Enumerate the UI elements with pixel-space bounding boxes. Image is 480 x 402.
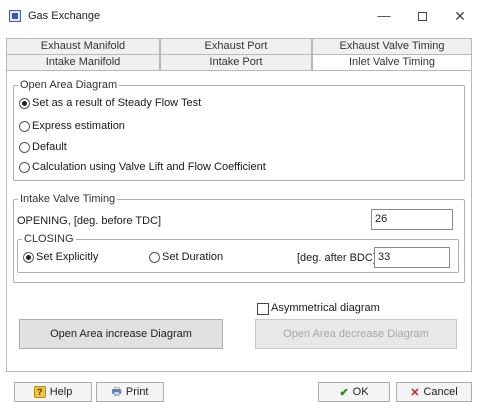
ok-label: OK bbox=[352, 386, 369, 398]
radio-label: Set as a result of Steady Flow Test bbox=[32, 97, 202, 109]
closing-legend: CLOSING bbox=[24, 233, 74, 245]
help-button[interactable]: ? Help bbox=[14, 382, 92, 402]
tab-intake-port[interactable]: Intake Port bbox=[160, 54, 312, 70]
question-mark-icon: ? bbox=[33, 386, 46, 398]
printer-icon: 🖶 bbox=[111, 385, 122, 398]
open-area-decrease-button[interactable]: Open Area decrease Diagram bbox=[255, 319, 457, 349]
app-icon bbox=[9, 10, 21, 22]
radio-label: Calculation using Valve Lift and Flow Co… bbox=[32, 161, 266, 173]
radio-set-explicitly[interactable]: Set Explicitly bbox=[23, 251, 98, 263]
tab-exhaust-port[interactable]: Exhaust Port bbox=[160, 38, 312, 54]
tab-intake-manifold[interactable]: Intake Manifold bbox=[6, 54, 160, 70]
radio-label: Express estimation bbox=[32, 120, 125, 132]
tab-inlet-valve-timing[interactable]: Inlet Valve Timing bbox=[312, 54, 472, 71]
radio-button[interactable] bbox=[19, 97, 30, 109]
radio-express-estimation[interactable]: Express estimation bbox=[19, 120, 125, 132]
maximize-icon bbox=[417, 12, 427, 22]
x-icon: ✕ bbox=[410, 386, 420, 399]
opening-label: OPENING, [deg. before TDC] bbox=[17, 215, 162, 227]
radio-button[interactable] bbox=[23, 251, 34, 263]
close-button[interactable]: ✕ bbox=[446, 6, 474, 26]
tab-panel: Open Area Diagram Set as a result of Ste… bbox=[6, 70, 472, 372]
minimize-button[interactable]: — bbox=[370, 6, 398, 26]
radio-default[interactable]: Default bbox=[19, 141, 67, 153]
tab-exhaust-valve-timing[interactable]: Exhaust Valve Timing bbox=[312, 38, 472, 54]
radio-button[interactable] bbox=[19, 161, 30, 173]
radio-set-duration[interactable]: Set Duration bbox=[149, 251, 223, 263]
tab-row-1: Exhaust Manifold Exhaust Port Exhaust Va… bbox=[6, 38, 472, 54]
asymmetrical-label: Asymmetrical diagram bbox=[271, 302, 380, 314]
ok-button[interactable]: ✔ OK bbox=[318, 382, 390, 402]
opening-input[interactable]: 26 bbox=[371, 209, 453, 230]
window-title: Gas Exchange bbox=[28, 10, 101, 22]
radio-label: Set Explicitly bbox=[36, 251, 99, 263]
cancel-button[interactable]: ✕ Cancel bbox=[396, 382, 472, 402]
radio-button[interactable] bbox=[149, 251, 160, 263]
title-bar: Gas Exchange — ✕ bbox=[0, 0, 480, 32]
open-area-legend: Open Area Diagram bbox=[20, 79, 118, 91]
print-label: Print bbox=[125, 386, 149, 398]
asymmetrical-checkbox[interactable] bbox=[257, 303, 269, 315]
radio-label: Set Duration bbox=[162, 251, 224, 263]
help-label: Help bbox=[49, 386, 73, 398]
radio-label: Default bbox=[32, 141, 67, 153]
closing-input[interactable]: 33 bbox=[374, 247, 450, 268]
tab-exhaust-manifold[interactable]: Exhaust Manifold bbox=[6, 38, 160, 54]
open-area-increase-button[interactable]: Open Area increase Diagram bbox=[19, 319, 223, 349]
tab-row-2: Intake Manifold Intake Port Inlet Valve … bbox=[6, 54, 472, 71]
checkmark-icon: ✔ bbox=[339, 386, 349, 399]
radio-button[interactable] bbox=[19, 141, 30, 153]
radio-valve-lift-calc[interactable]: Calculation using Valve Lift and Flow Co… bbox=[19, 161, 266, 173]
radio-button[interactable] bbox=[19, 120, 30, 132]
intake-timing-legend: Intake Valve Timing bbox=[20, 193, 116, 205]
cancel-label: Cancel bbox=[423, 386, 458, 398]
print-button[interactable]: 🖶 Print bbox=[96, 382, 164, 402]
radio-steady-flow[interactable]: Set as a result of Steady Flow Test bbox=[19, 97, 201, 109]
maximize-button[interactable] bbox=[408, 6, 436, 26]
closing-unit-label: [deg. after BDC] bbox=[297, 252, 376, 264]
